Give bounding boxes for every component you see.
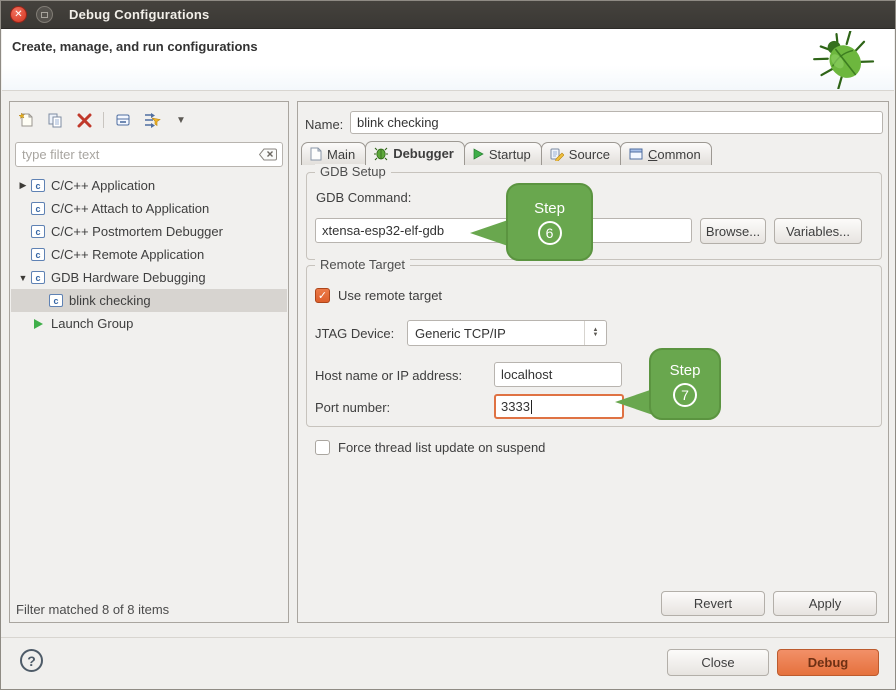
variables-button[interactable]: Variables... <box>774 218 862 244</box>
c-application-icon: c <box>30 270 46 286</box>
configurations-sidebar: ▼ ▶ c C/C++ Application c C/C++ Attach t… <box>9 101 289 623</box>
configuration-editor: Name: Main Debugger Startup <box>297 101 889 623</box>
startup-tab-icon <box>473 148 484 160</box>
clear-filter-icon[interactable] <box>259 148 277 161</box>
window-close-icon[interactable]: ✕ <box>10 6 27 23</box>
name-input[interactable] <box>350 111 883 134</box>
main-tab-icon <box>310 147 322 161</box>
titlebar[interactable]: ✕ Debug Configurations <box>1 1 895 29</box>
filter-match-status: Filter matched 8 of 8 items <box>16 602 169 617</box>
step-6-arrow <box>470 220 508 246</box>
apply-button[interactable]: Apply <box>773 591 877 616</box>
bug-icon <box>808 31 880 92</box>
sidebar-toolbar: ▼ <box>16 108 191 132</box>
filter-box <box>15 142 283 167</box>
c-application-icon: c <box>30 224 46 240</box>
duplicate-configuration-icon[interactable] <box>45 110 65 130</box>
tree-item-cpp-application[interactable]: ▶ c C/C++ Application <box>11 174 287 197</box>
collapse-arrow-icon[interactable]: ▼ <box>16 273 30 283</box>
combo-spinner-icon[interactable]: ▲▼ <box>584 321 606 345</box>
configuration-tree: ▶ c C/C++ Application c C/C++ Attach to … <box>11 174 287 335</box>
dialog-header: Create, manage, and run configurations <box>2 29 894 91</box>
browse-button[interactable]: Browse... <box>700 218 766 244</box>
tab-startup[interactable]: Startup <box>464 142 542 165</box>
editor-tabs: Main Debugger Startup Source <box>301 141 711 165</box>
launch-group-icon <box>30 316 46 332</box>
checked-checkbox-icon[interactable]: ✓ <box>315 288 330 303</box>
revert-button[interactable]: Revert <box>661 591 765 616</box>
filter-input[interactable] <box>16 147 259 162</box>
jtag-device-select[interactable]: Generic TCP/IP ▲▼ <box>407 320 607 346</box>
tree-item-launch-group[interactable]: Launch Group <box>11 312 287 335</box>
tab-main[interactable]: Main <box>301 142 366 165</box>
tab-debugger[interactable]: Debugger <box>365 141 465 165</box>
c-application-icon: c <box>48 293 64 309</box>
host-label: Host name or IP address: <box>315 368 462 383</box>
window-title: Debug Configurations <box>69 7 210 22</box>
tree-item-cpp-attach[interactable]: c C/C++ Attach to Application <box>11 197 287 220</box>
tree-item-cpp-postmortem[interactable]: c C/C++ Postmortem Debugger <box>11 220 287 243</box>
text-caret <box>531 400 532 414</box>
debug-configurations-dialog: ✕ Debug Configurations Create, manage, a… <box>0 0 896 690</box>
tab-source[interactable]: Source <box>541 142 621 165</box>
common-tab-icon <box>629 148 643 160</box>
footer-divider <box>1 637 895 638</box>
new-configuration-icon[interactable] <box>16 110 36 130</box>
port-input[interactable]: 3333 <box>494 394 624 419</box>
header-title: Create, manage, and run configurations <box>12 39 258 54</box>
tree-item-gdb-hardware-debugging[interactable]: ▼ c GDB Hardware Debugging <box>11 266 287 289</box>
step-7-callout: Step 7 <box>649 348 721 420</box>
help-button[interactable]: ? <box>20 649 43 672</box>
filter-configurations-icon[interactable] <box>142 110 162 130</box>
use-remote-target-checkbox[interactable]: ✓ Use remote target <box>315 288 442 303</box>
unchecked-checkbox-icon[interactable] <box>315 440 330 455</box>
force-thread-checkbox[interactable]: Force thread list update on suspend <box>315 440 545 455</box>
c-application-icon: c <box>30 201 46 217</box>
gdb-setup-legend: GDB Setup <box>315 164 391 179</box>
toolbar-menu-chevron-icon[interactable]: ▼ <box>171 110 191 130</box>
debug-button[interactable]: Debug <box>777 649 879 676</box>
tab-common[interactable]: Common <box>620 142 712 165</box>
jtag-device-label: JTAG Device: <box>315 326 394 341</box>
close-button[interactable]: Close <box>667 649 769 676</box>
c-application-icon: c <box>30 247 46 263</box>
step-6-callout: Step 6 <box>506 183 593 261</box>
gdb-setup-group: GDB Setup <box>306 172 882 260</box>
source-tab-icon <box>550 148 564 161</box>
tree-item-blink-checking[interactable]: c blink checking <box>11 289 287 312</box>
remote-target-legend: Remote Target <box>315 257 410 272</box>
expand-arrow-icon[interactable]: ▶ <box>16 180 30 191</box>
window-restore-icon[interactable] <box>36 6 53 23</box>
c-application-icon: c <box>30 178 46 194</box>
toolbar-separator <box>103 112 104 128</box>
port-label: Port number: <box>315 400 390 415</box>
step-7-arrow <box>615 389 653 415</box>
tree-item-cpp-remote[interactable]: c C/C++ Remote Application <box>11 243 287 266</box>
debugger-tab-icon <box>374 147 388 161</box>
name-label: Name: <box>305 117 343 132</box>
collapse-all-icon[interactable] <box>113 110 133 130</box>
delete-configuration-icon[interactable] <box>74 110 94 130</box>
host-input[interactable] <box>494 362 622 387</box>
gdb-command-label: GDB Command: <box>316 190 411 205</box>
